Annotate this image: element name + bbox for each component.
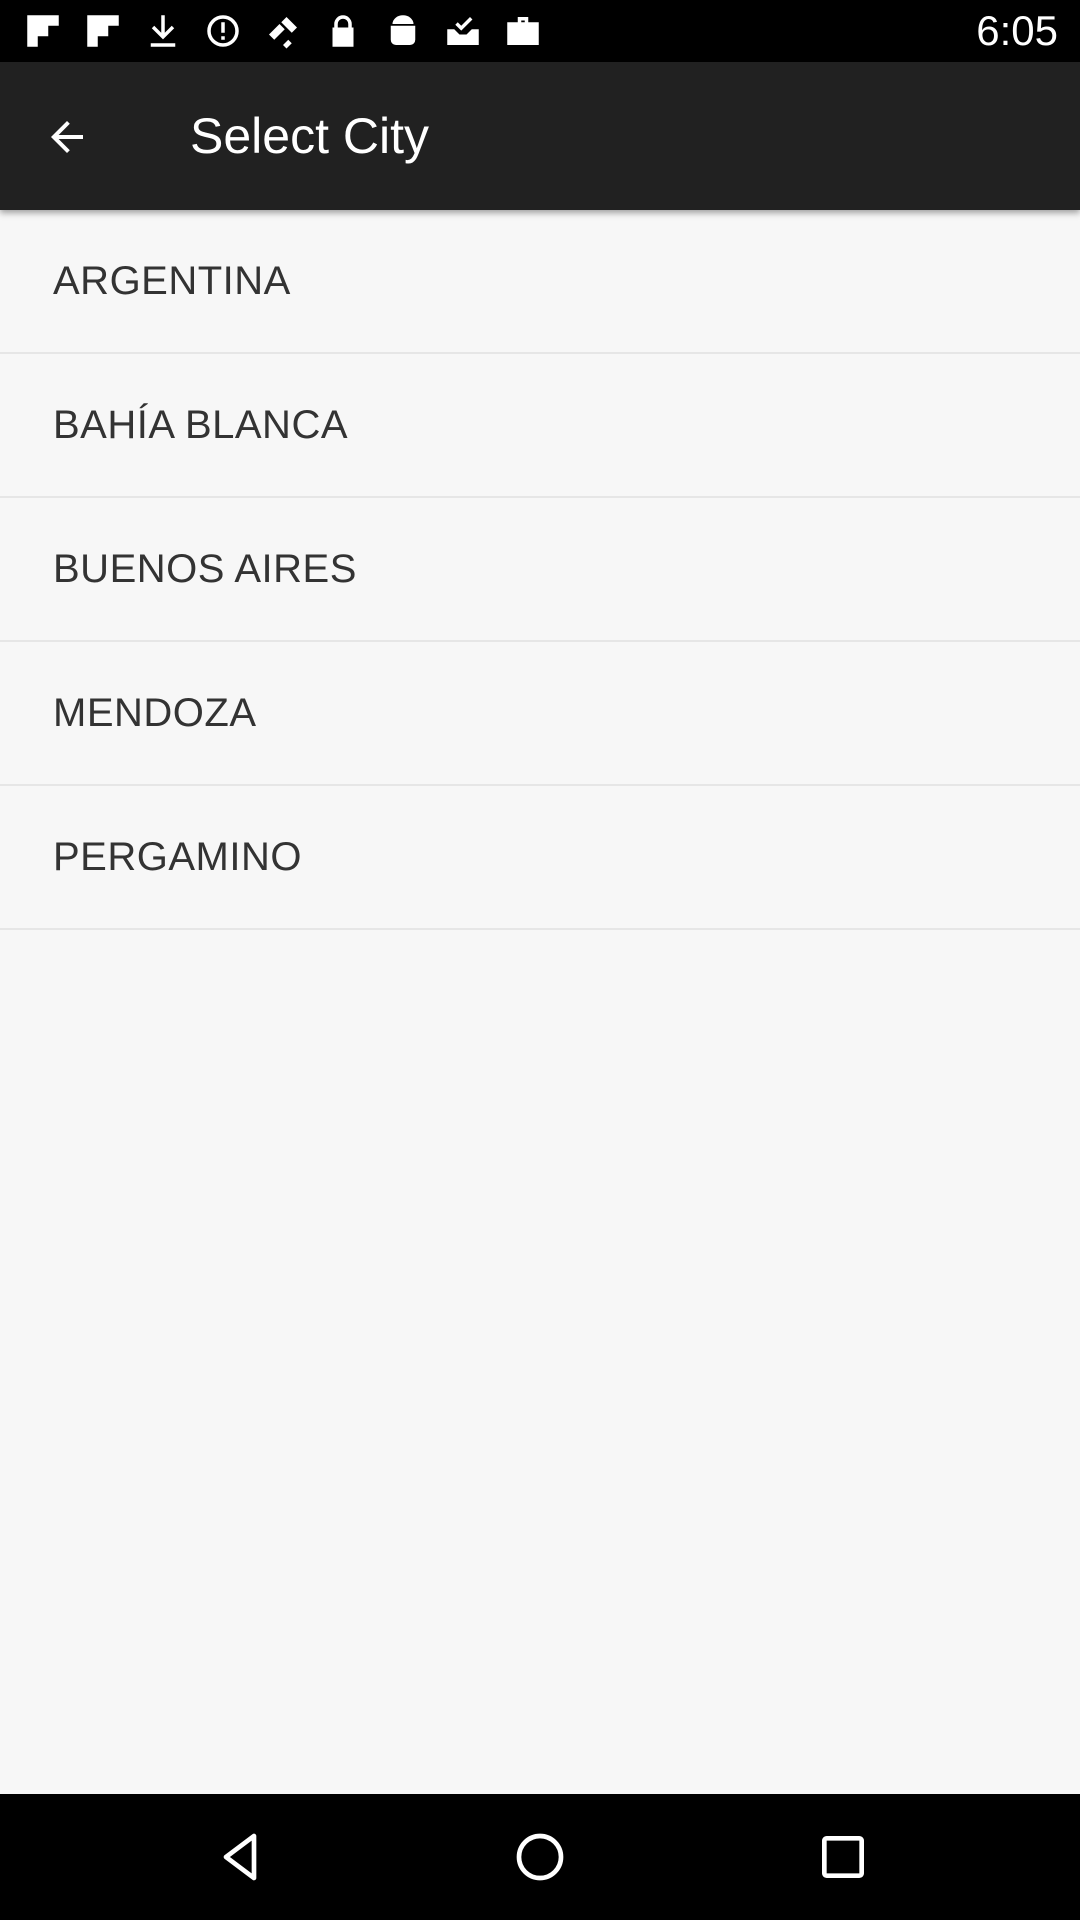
city-label: ARGENTINA [53, 258, 291, 303]
task-done-icon [447, 17, 479, 45]
list-item-bahia-blanca[interactable]: BAHÍA BLANCA [0, 354, 1080, 498]
download-icon [150, 15, 176, 47]
nav-recents-button[interactable] [813, 1827, 873, 1887]
recents-square-icon [822, 1836, 864, 1878]
status-bar: 6:05 [0, 0, 1080, 62]
nav-home-button[interactable] [510, 1827, 570, 1887]
city-label: PERGAMINO [53, 834, 302, 879]
list-item-mendoza[interactable]: MENDOZA [0, 642, 1080, 786]
city-label: BAHÍA BLANCA [53, 402, 349, 447]
page-title: Select City [190, 108, 429, 164]
arrow-back-icon [51, 121, 83, 153]
home-circle-icon [516, 1833, 564, 1881]
flipboard-icon [87, 15, 119, 47]
nav-back-button[interactable] [210, 1827, 270, 1887]
back-button[interactable] [22, 92, 112, 182]
lock-icon [332, 15, 354, 47]
sync-disabled-icon [207, 15, 239, 47]
status-time: 6:05 [976, 7, 1058, 54]
fake-gps-icon [269, 17, 297, 49]
briefcase-icon [507, 17, 539, 45]
city-label: BUENOS AIRES [53, 546, 357, 591]
list-item-argentina[interactable]: ARGENTINA [0, 210, 1080, 354]
back-triangle-icon [223, 1833, 257, 1881]
flipboard-icon [27, 15, 59, 47]
navigation-bar [0, 1794, 1080, 1920]
city-label: MENDOZA [53, 690, 257, 735]
android-icon [390, 15, 416, 45]
status-icons [22, 10, 544, 52]
list-item-pergamino[interactable]: PERGAMINO [0, 786, 1080, 930]
city-list: ARGENTINA BAHÍA BLANCA BUENOS AIRES MEND… [0, 210, 1080, 930]
app-bar: Select City [0, 62, 1080, 210]
list-item-buenos-aires[interactable]: BUENOS AIRES [0, 498, 1080, 642]
